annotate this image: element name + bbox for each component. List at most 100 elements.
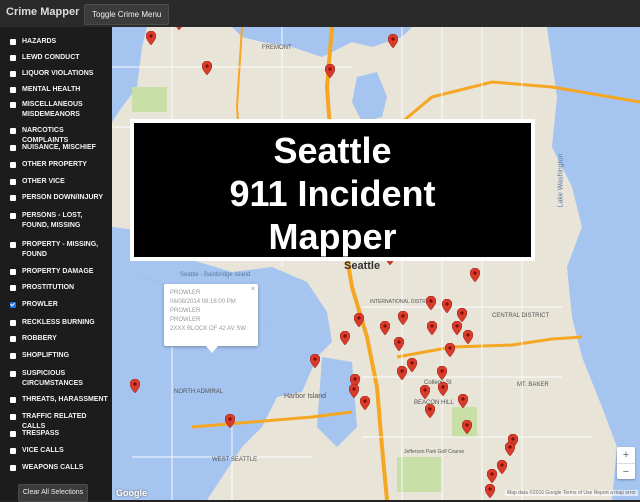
filter-checkbox[interactable] (10, 242, 16, 248)
filter-item[interactable]: SHOPLIFTING (10, 351, 110, 361)
filter-label: PERSON DOWN/INJURY (22, 194, 104, 201)
filter-item[interactable]: LEWD CONDUCT (10, 53, 110, 63)
incident-marker-icon[interactable] (445, 343, 455, 357)
incident-marker-icon[interactable] (458, 394, 468, 408)
filter-item[interactable]: OTHER PROPERTY (10, 160, 110, 170)
incident-marker-icon[interactable] (505, 442, 515, 456)
incident-marker-icon[interactable] (457, 308, 467, 322)
filter-checkbox[interactable] (10, 336, 16, 342)
filter-label: NUISANCE, MISCHIEF (22, 144, 96, 151)
filter-item[interactable]: OTHER VICE (10, 177, 110, 187)
incident-marker-icon[interactable] (360, 396, 370, 410)
filter-checkbox[interactable] (10, 39, 16, 45)
filter-item[interactable]: SUSPICIOUS CIRCUMSTANCES (10, 369, 110, 389)
map-attribution-footer[interactable]: Map data ©2016 Google Terms of Use Repor… (505, 490, 638, 496)
filter-checkbox[interactable] (10, 145, 16, 151)
filter-checkbox[interactable] (10, 128, 16, 134)
filter-item[interactable]: PROPERTY - MISSING, FOUND (10, 240, 110, 260)
popup-category: PROWLER (170, 290, 201, 296)
filter-checkbox[interactable] (10, 269, 16, 275)
filter-checkbox[interactable] (10, 285, 16, 291)
filter-checkbox[interactable] (10, 87, 16, 93)
ship-canal-water (232, 27, 412, 57)
filter-item[interactable]: PERSONS - LOST, FOUND, MISSING (10, 211, 110, 231)
incident-marker-icon[interactable] (130, 379, 140, 393)
filter-label: OTHER PROPERTY (22, 161, 87, 168)
filter-item[interactable]: RECKLESS BURNING (10, 318, 110, 328)
incident-marker-icon[interactable] (470, 268, 480, 282)
filter-item[interactable]: MENTAL HEALTH (10, 85, 110, 95)
zoom-out-button[interactable]: − (617, 463, 635, 480)
filter-label: LEWD CONDUCT (22, 54, 80, 61)
incident-marker-icon[interactable] (497, 460, 507, 474)
incident-marker-icon[interactable] (487, 469, 497, 483)
filter-checkbox[interactable] (10, 320, 16, 326)
incident-marker-icon[interactable] (340, 331, 350, 345)
map-canvas[interactable]: Seattle Lake Washington Harbor Island Se… (112, 27, 640, 500)
filter-checkbox[interactable] (10, 162, 16, 168)
incident-marker-icon[interactable] (146, 31, 156, 45)
filter-item[interactable]: PERSON DOWN/INJURY (10, 193, 110, 203)
filter-label: RECKLESS BURNING (22, 319, 95, 326)
incident-marker-icon[interactable] (442, 299, 452, 313)
incident-marker-icon[interactable] (426, 296, 436, 310)
filter-item[interactable]: THREATS, HARASSMENT (10, 395, 110, 405)
incident-marker-icon[interactable] (354, 313, 364, 327)
incident-marker-icon[interactable] (427, 321, 437, 335)
filter-checkbox[interactable] (10, 353, 16, 359)
filter-item[interactable]: HAZARDS (10, 37, 110, 47)
incident-marker-icon[interactable] (202, 61, 212, 75)
incident-marker-icon[interactable] (380, 321, 390, 335)
incident-marker-icon[interactable] (325, 64, 335, 78)
filter-checkbox[interactable] (10, 195, 16, 201)
incident-marker-icon[interactable] (425, 404, 435, 418)
popup-datetime: 06/08/2014 08:16:00 PM (170, 299, 236, 305)
filter-item[interactable]: PROSTITUTION (10, 283, 110, 293)
incident-marker-icon[interactable] (407, 358, 417, 372)
incident-marker-icon[interactable] (452, 321, 462, 335)
filter-checkbox[interactable] (10, 55, 16, 61)
filter-item[interactable]: VICE CALLS (10, 446, 110, 456)
toggle-crime-menu-button[interactable]: Toggle Crime Menu (84, 4, 170, 25)
filter-label: PROSTITUTION (22, 284, 75, 291)
incident-marker-icon[interactable] (397, 366, 407, 380)
filter-checkbox[interactable] (10, 397, 16, 403)
popup-line1: PROWLER (170, 308, 201, 314)
incident-marker-icon[interactable] (349, 384, 359, 398)
incident-marker-icon[interactable] (485, 484, 495, 498)
incident-marker-icon[interactable] (225, 414, 235, 428)
filter-checkbox[interactable] (10, 448, 16, 454)
incident-marker-icon[interactable] (437, 366, 447, 380)
incident-marker-icon[interactable] (463, 330, 473, 344)
filter-checkbox[interactable] (10, 371, 16, 377)
clear-all-selections-button[interactable]: Clear All Selections (18, 484, 88, 502)
app-title[interactable]: Crime Mapper (6, 6, 79, 18)
filter-item[interactable]: PROPERTY DAMAGE (10, 267, 110, 277)
incident-marker-icon[interactable] (388, 34, 398, 48)
filter-checkbox[interactable] (10, 431, 16, 437)
filter-checkbox[interactable] (10, 71, 16, 77)
filter-item[interactable]: LIQUOR VIOLATIONS (10, 69, 110, 79)
filter-item[interactable]: ROBBERY (10, 334, 110, 344)
filter-checkbox[interactable] (10, 465, 16, 471)
filter-item[interactable]: PROWLER (10, 300, 110, 310)
jefferson-park-area (397, 457, 442, 492)
incident-marker-icon[interactable] (310, 354, 320, 368)
zoom-in-button[interactable]: + (617, 447, 635, 463)
filter-checkbox[interactable] (10, 179, 16, 185)
filter-item[interactable]: TRESPASS (10, 429, 110, 439)
filter-item[interactable]: NUISANCE, MISCHIEF (10, 143, 110, 153)
filter-checkbox[interactable] (10, 414, 16, 420)
incident-marker-icon[interactable] (438, 382, 448, 396)
filter-item[interactable]: WEAPONS CALLS (10, 463, 110, 473)
filter-checkbox[interactable] (10, 213, 16, 219)
filter-checkbox[interactable] (10, 102, 16, 108)
close-icon[interactable]: × (251, 286, 255, 293)
filter-item[interactable]: MISCELLANEOUS MISDEMEANORS (10, 100, 110, 120)
incident-marker-icon[interactable] (394, 337, 404, 351)
incident-marker-icon[interactable] (462, 420, 472, 434)
incident-marker-icon[interactable] (398, 311, 408, 325)
incident-marker-icon[interactable] (420, 385, 430, 399)
incident-marker-icon[interactable] (174, 27, 184, 30)
filter-checkbox[interactable] (10, 302, 16, 308)
